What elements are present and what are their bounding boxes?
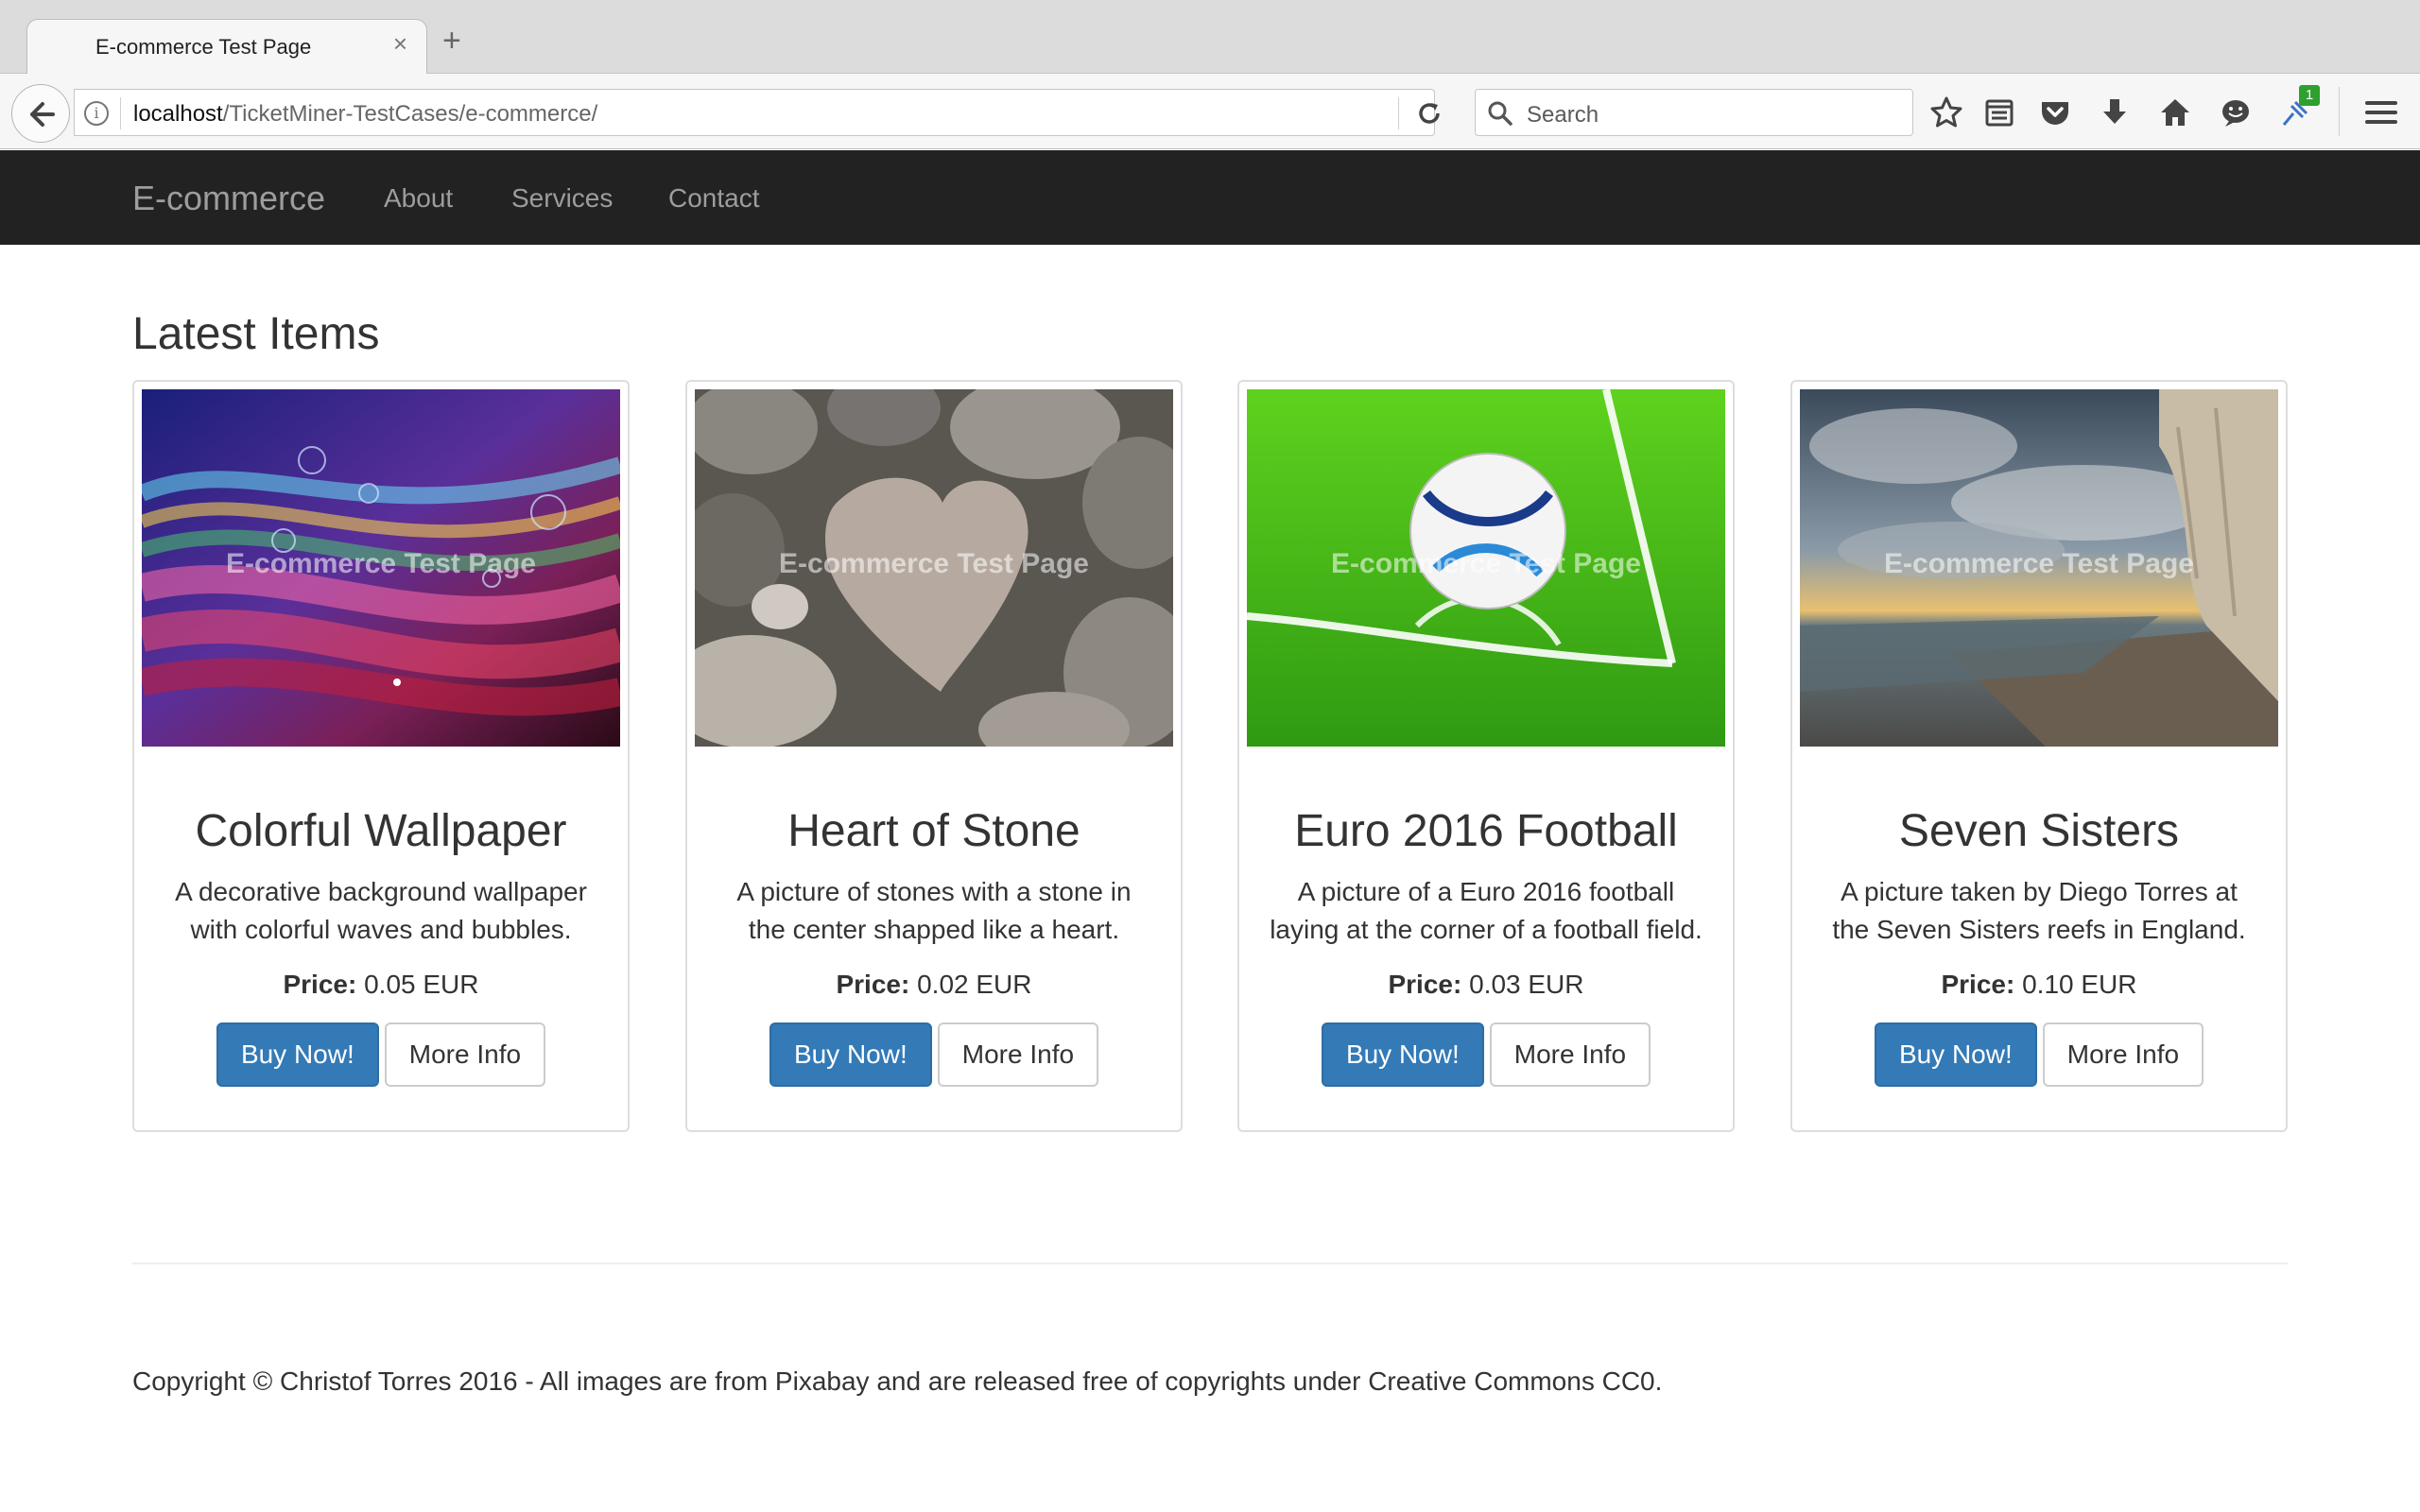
product-price: Price: 0.02 EUR [687,970,1181,1000]
product-card: E-commerce Test Page Colorful Wallpaper … [132,380,630,1132]
image-watermark: E-commerce Test Page [1331,548,1641,579]
product-actions: Buy Now! More Info [1792,1022,2286,1087]
product-image-heart-of-stone[interactable]: E-commerce Test Page [695,389,1173,747]
price-value: 0.05 EUR [364,970,479,999]
navbar-brand[interactable]: E-commerce [132,179,325,218]
bookmark-star-icon[interactable] [1928,94,1964,130]
more-info-button[interactable]: More Info [937,1022,1099,1087]
browser-toolbar: i localhost/TicketMiner-TestCases/e-comm… [0,74,2420,149]
product-actions: Buy Now! More Info [134,1022,628,1087]
price-label: Price: [836,970,910,999]
product-description: A decorative background wallpaper with c… [175,877,587,944]
url-divider [120,97,121,129]
buy-now-button[interactable]: Buy Now! [216,1022,379,1087]
address-bar[interactable]: i localhost/TicketMiner-TestCases/e-comm… [74,89,1440,136]
page-heading: Latest Items [132,309,380,359]
tab-title: E-commerce Test Page [95,35,312,59]
product-image-euro-2016-football[interactable]: E-commerce Test Page [1247,389,1725,747]
product-image-seven-sisters[interactable]: E-commerce Test Page [1800,389,2278,747]
nav-link-services[interactable]: Services [511,183,613,214]
price-value: 0.10 EUR [2022,970,2137,999]
more-info-button[interactable]: More Info [1489,1022,1651,1087]
product-description: A picture of stones with a stone in the … [736,877,1132,944]
product-card: E-commerce Test Page Seven Sisters A pic… [1790,380,2288,1132]
product-title: Euro 2016 Football [1294,806,1678,856]
price-label: Price: [283,970,357,999]
product-description: A picture taken by Diego Torres at the S… [1832,877,2246,944]
product-price: Price: 0.05 EUR [134,970,628,1000]
product-title: Colorful Wallpaper [195,806,567,856]
download-icon[interactable] [2097,94,2133,130]
search-icon [1488,101,1512,126]
product-price: Price: 0.03 EUR [1239,970,1733,1000]
product-description: A picture of a Euro 2016 football laying… [1270,877,1703,944]
nav-link-about[interactable]: About [384,183,453,214]
footer-divider [132,1263,2288,1264]
product-title: Heart of Stone [787,806,1080,856]
back-arrow-icon [30,102,55,127]
product-price: Price: 0.10 EUR [1792,970,2286,1000]
buy-now-button[interactable]: Buy Now! [1321,1022,1484,1087]
url-host: localhost [133,101,223,127]
nav-link-contact[interactable]: Contact [668,183,760,214]
browser-tab-strip: E-commerce Test Page × + [0,0,2420,75]
price-value: 0.02 EUR [917,970,1032,999]
url-path: /TicketMiner-TestCases/e-commerce/ [222,101,598,127]
hamburger-menu-icon[interactable] [2363,94,2399,130]
more-info-button[interactable]: More Info [2042,1022,2204,1087]
image-watermark: E-commerce Test Page [226,548,536,579]
notification-badge: 1 [2299,85,2320,106]
home-icon[interactable] [2157,94,2193,130]
back-button[interactable] [11,84,70,143]
reload-divider [1398,97,1399,129]
product-title: Seven Sisters [1898,806,2180,856]
price-label: Price: [1941,970,2015,999]
buy-now-button[interactable]: Buy Now! [1874,1022,2037,1087]
product-actions: Buy Now! More Info [1239,1022,1733,1087]
site-info-icon[interactable]: i [84,101,109,126]
reload-icon[interactable] [1415,99,1443,128]
buy-now-button[interactable]: Buy Now! [769,1022,932,1087]
image-watermark: E-commerce Test Page [1884,548,2194,579]
price-label: Price: [1388,970,1462,999]
reading-list-icon[interactable] [1981,94,2017,130]
product-image-colorful-wallpaper[interactable]: E-commerce Test Page [142,389,620,747]
search-placeholder: Search [1527,102,1599,128]
product-card: E-commerce Test Page Heart of Stone A pi… [685,380,1183,1132]
search-bar[interactable]: Search [1475,89,1913,136]
close-tab-icon[interactable]: × [393,31,407,56]
toolbar-divider [2339,87,2340,136]
footer-copyright: Copyright © Christof Torres 2016 - All i… [132,1366,1663,1396]
chat-smiley-icon[interactable] [2218,94,2254,130]
browser-tab[interactable]: E-commerce Test Page × [26,19,427,75]
price-value: 0.03 EUR [1469,970,1584,999]
site-navbar: E-commerce About Services Contact [0,150,2420,245]
url-text[interactable]: localhost/TicketMiner-TestCases/e-commer… [133,101,597,128]
pocket-icon[interactable] [2037,94,2073,130]
product-card: E-commerce Test Page Euro 2016 Football … [1237,380,1735,1132]
new-tab-icon[interactable]: + [442,25,461,57]
product-actions: Buy Now! More Info [687,1022,1181,1087]
image-watermark: E-commerce Test Page [779,548,1089,579]
more-info-button[interactable]: More Info [384,1022,546,1087]
